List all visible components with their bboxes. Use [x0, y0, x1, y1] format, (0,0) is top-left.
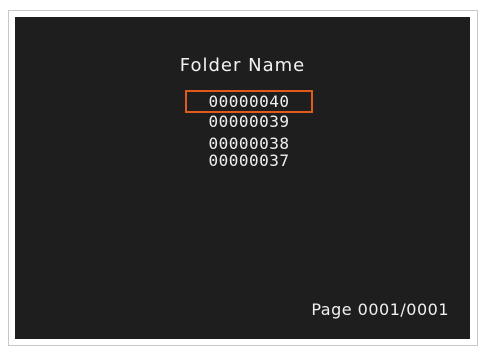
folder-screen: Folder Name 00000040 00000039 00000038 0… — [15, 17, 470, 339]
folder-item[interactable]: 00000039 — [185, 110, 313, 133]
folder-list: 00000040 00000039 00000038 00000037 — [185, 90, 315, 172]
page-indicator: Page 0001/0001 — [311, 300, 449, 319]
folder-list-title: Folder Name — [179, 55, 306, 76]
folder-item[interactable]: 00000037 — [185, 149, 313, 172]
